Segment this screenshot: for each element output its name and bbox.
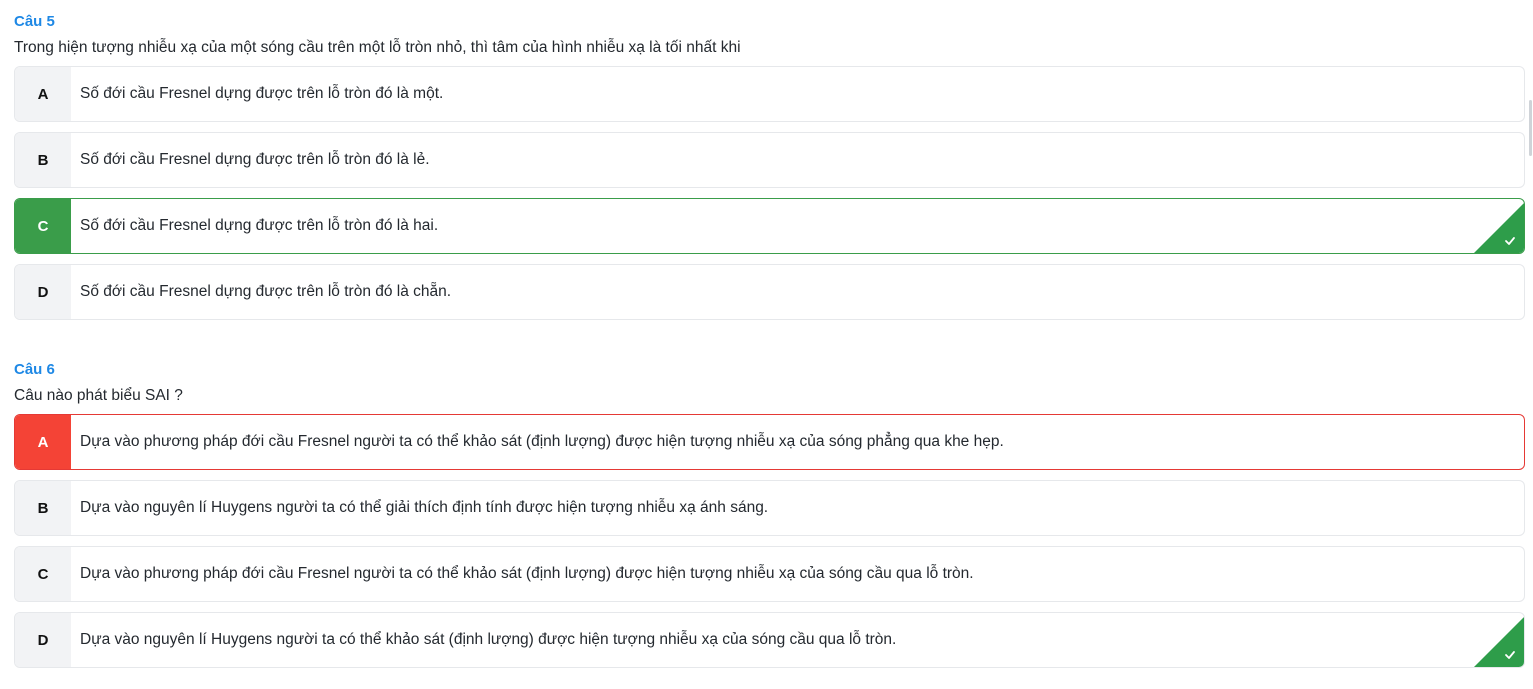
option-letter: A	[15, 415, 71, 469]
option-text: Dựa vào nguyên lí Huygens người ta có th…	[80, 499, 769, 516]
option-a[interactable]: A Dựa vào phương pháp đới cầu Fresnel ng…	[14, 414, 1525, 470]
answer-options: A Số đới cầu Fresnel dựng được trên lỗ t…	[14, 66, 1525, 320]
option-text: Số đới cầu Fresnel dựng được trên lỗ trò…	[80, 151, 430, 168]
question-text: Trong hiện tượng nhiễu xạ của một sóng c…	[14, 39, 741, 56]
option-text: Số đới cầu Fresnel dựng được trên lỗ trò…	[80, 85, 444, 102]
option-letter: B	[15, 133, 71, 187]
question-title: Câu 5	[14, 13, 55, 30]
option-d[interactable]: D Số đới cầu Fresnel dựng được trên lỗ t…	[14, 264, 1525, 320]
check-icon	[1474, 617, 1524, 667]
option-c[interactable]: C Dựa vào phương pháp đới cầu Fresnel ng…	[14, 546, 1525, 602]
option-letter: C	[15, 547, 71, 601]
scrollbar-thumb[interactable]	[1529, 100, 1532, 156]
question-5: Câu 5 Trong hiện tượng nhiễu xạ của một …	[14, 12, 1525, 330]
option-letter: B	[15, 481, 71, 535]
option-c[interactable]: C Số đới cầu Fresnel dựng được trên lỗ t…	[14, 198, 1525, 254]
question-text: Câu nào phát biểu SAI ?	[14, 387, 183, 404]
option-letter: D	[15, 613, 71, 667]
question-6: Câu 6 Câu nào phát biểu SAI ? A Dựa vào …	[14, 360, 1525, 678]
option-text: Số đới cầu Fresnel dựng được trên lỗ trò…	[80, 217, 439, 234]
option-text: Số đới cầu Fresnel dựng được trên lỗ trò…	[80, 283, 452, 300]
answer-options: A Dựa vào phương pháp đới cầu Fresnel ng…	[14, 414, 1525, 668]
option-text: Dựa vào phương pháp đới cầu Fresnel ngườ…	[80, 565, 974, 582]
option-d[interactable]: D Dựa vào nguyên lí Huygens người ta có …	[14, 612, 1525, 668]
option-text: Dựa vào phương pháp đới cầu Fresnel ngườ…	[80, 433, 1004, 450]
option-letter: D	[15, 265, 71, 319]
option-a[interactable]: A Số đới cầu Fresnel dựng được trên lỗ t…	[14, 66, 1525, 122]
option-text: Dựa vào nguyên lí Huygens người ta có th…	[80, 631, 897, 648]
option-letter: A	[15, 67, 71, 121]
question-title: Câu 6	[14, 361, 55, 378]
option-letter: C	[15, 199, 71, 253]
check-icon	[1474, 203, 1524, 253]
option-b[interactable]: B Số đới cầu Fresnel dựng được trên lỗ t…	[14, 132, 1525, 188]
quiz-review-page: Câu 5 Trong hiện tượng nhiễu xạ của một …	[0, 0, 1533, 689]
option-b[interactable]: B Dựa vào nguyên lí Huygens người ta có …	[14, 480, 1525, 536]
